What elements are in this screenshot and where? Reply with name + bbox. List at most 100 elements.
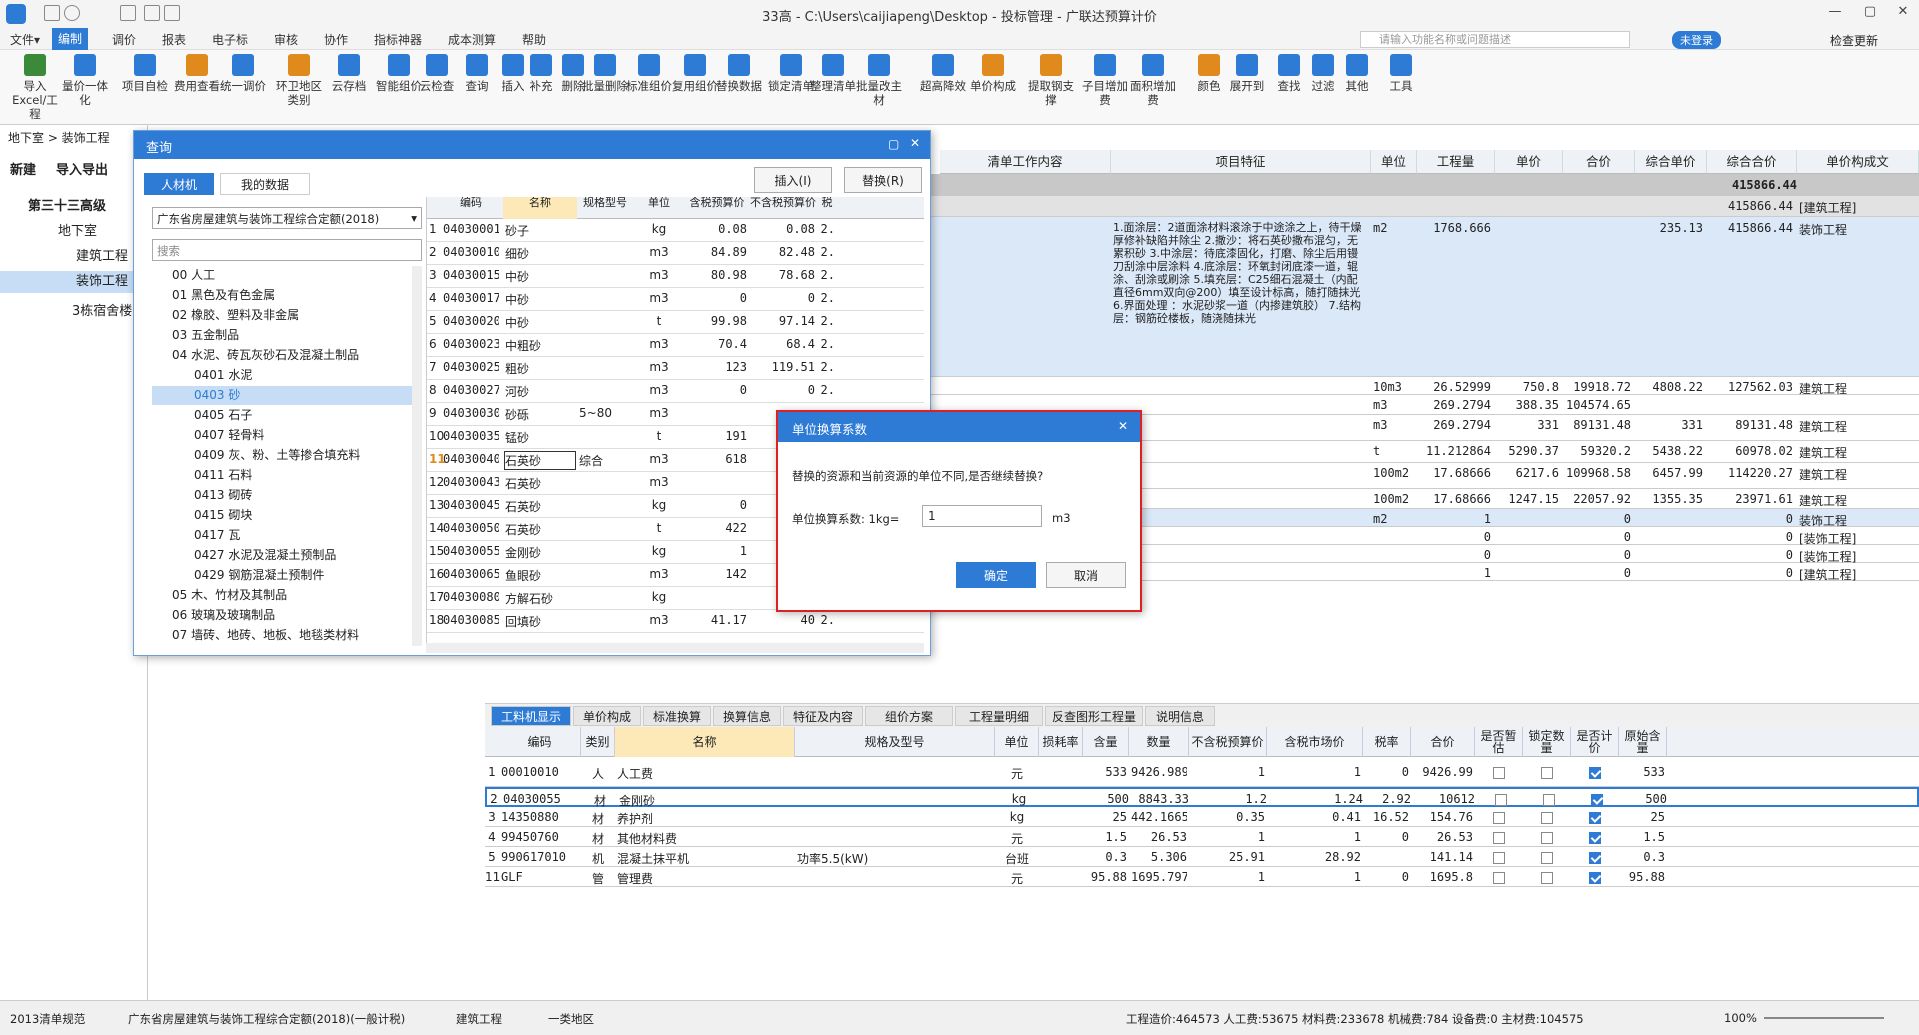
checkbox[interactable] (1589, 766, 1601, 779)
menu-help[interactable]: 帮助 (516, 31, 552, 48)
toolbar-24[interactable]: 面积增加费 (1130, 54, 1176, 107)
toolbar-26[interactable]: 展开到 (1224, 54, 1270, 93)
tab-7[interactable]: 反查图形工程量 (1045, 706, 1143, 726)
tree-item-decoration[interactable]: 装饰工程 (0, 271, 148, 293)
cell-est[interactable] (1475, 765, 1523, 779)
category-item[interactable]: 0403 砂 (152, 386, 412, 405)
toolbar-30[interactable]: 工具 (1378, 54, 1424, 93)
checkbox[interactable] (1541, 831, 1553, 844)
toolbar-0[interactable]: 导入Excel/工程 (8, 54, 62, 121)
ok-button[interactable]: 确定 (956, 562, 1036, 588)
cell-calc[interactable] (1571, 870, 1619, 884)
cancel-button[interactable]: 取消 (1046, 562, 1126, 588)
cell-lock[interactable] (1523, 765, 1571, 779)
tree-scrollbar[interactable] (412, 266, 422, 646)
resource-row[interactable]: 2 04030055 材金刚砂 kg 500 8843.33 1.2 1.24 2.92 1061… (485, 787, 1919, 808)
checkbox[interactable] (1493, 766, 1505, 779)
tab-materials[interactable]: 人材机 (144, 173, 214, 195)
cell-lock[interactable] (1523, 810, 1571, 824)
category-item[interactable]: 03 五金制品 (152, 326, 412, 345)
quota-db-select[interactable]: 广东省房屋建筑与装饰工程综合定额(2018) ▾ (152, 207, 422, 229)
category-item[interactable]: 07 墙砖、地砖、地板、地毯类材料 (152, 626, 412, 645)
toolbar-3[interactable]: 费用查看 (174, 54, 220, 93)
category-item[interactable]: 05 木、竹材及其制品 (152, 586, 412, 605)
cell-est[interactable] (1475, 810, 1523, 824)
checkbox[interactable] (1493, 811, 1505, 824)
toolbar-29[interactable]: 其他 (1334, 54, 1380, 93)
checkbox[interactable] (1541, 851, 1553, 864)
category-item[interactable]: 0427 水泥及混凝土预制品 (152, 546, 412, 565)
tab-8[interactable]: 说明信息 (1145, 706, 1215, 726)
material-row[interactable]: 6 04030023 中粗砂 m3 70.4 68.4 2. (427, 334, 924, 357)
checkbox[interactable] (1541, 871, 1553, 884)
checkbox[interactable] (1493, 871, 1505, 884)
cell-calc[interactable] (1571, 830, 1619, 844)
menu-edit[interactable]: 编制 (52, 28, 89, 50)
tab-6[interactable]: 工程量明细 (955, 706, 1043, 726)
cell-est[interactable] (1477, 792, 1525, 806)
toolbar-22[interactable]: 提取钢支撑 (1028, 54, 1074, 107)
material-search-input[interactable]: 搜索 (152, 239, 422, 261)
material-row[interactable]: 7 04030025 粗砂 m3 123 119.51 2. (427, 357, 924, 380)
menu-cost[interactable]: 成本测算 (442, 31, 502, 48)
toolbar-23[interactable]: 子目增加费 (1082, 54, 1128, 107)
menu-collab[interactable]: 协作 (318, 31, 354, 48)
material-row[interactable]: 1 04030001 砂子 kg 0.08 0.08 2. (427, 219, 924, 242)
cell-lock[interactable] (1525, 792, 1573, 806)
menu-ebid[interactable]: 电子标 (206, 31, 254, 48)
category-item[interactable]: 0401 水泥 (152, 366, 412, 385)
menu-report[interactable]: 报表 (156, 31, 192, 48)
checkbox[interactable] (1543, 793, 1555, 806)
cell-lock[interactable] (1523, 870, 1571, 884)
material-row[interactable]: 18 04030085 回填砂 m3 41.17 40 2. (427, 610, 924, 633)
toolbar-17[interactable]: 锁定清单 (768, 54, 814, 93)
new-button[interactable]: 新建 (10, 159, 36, 178)
cell-est[interactable] (1475, 870, 1523, 884)
tab-3[interactable]: 换算信息 (713, 706, 781, 726)
close-button[interactable]: ✕ (1888, 4, 1918, 24)
category-item[interactable]: 0405 石子 (152, 406, 412, 425)
toolbar-5[interactable]: 环卫地区类别 (272, 54, 326, 107)
cell-lock[interactable] (1523, 850, 1571, 864)
menu-index[interactable]: 指标神器 (368, 31, 428, 48)
checkbox[interactable] (1589, 811, 1601, 824)
minimize-button[interactable]: — (1820, 4, 1850, 24)
checkbox[interactable] (1493, 851, 1505, 864)
cell-calc[interactable] (1571, 765, 1619, 779)
category-item[interactable]: 02 橡胶、塑料及非金属 (152, 306, 412, 325)
checkbox[interactable] (1493, 831, 1505, 844)
checkbox[interactable] (1495, 793, 1507, 806)
cell-calc[interactable] (1571, 810, 1619, 824)
checkbox[interactable] (1591, 793, 1603, 806)
function-search-input[interactable]: 请输入功能名称或问题描述 (1360, 31, 1630, 48)
toolbar-2[interactable]: 项目自检 (122, 54, 168, 93)
toolbar-15[interactable]: 复用组价 (672, 54, 718, 93)
checkbox[interactable] (1541, 811, 1553, 824)
category-item[interactable]: 0417 瓦 (152, 526, 412, 545)
check-update-link[interactable]: 检查更新 (1830, 32, 1878, 49)
toolbar-20[interactable]: 超高降效 (920, 54, 966, 93)
tree-item-project[interactable]: 第三十三高级 (28, 195, 106, 214)
cell-est[interactable] (1475, 830, 1523, 844)
checkbox[interactable] (1541, 766, 1553, 779)
category-item[interactable]: 0407 轻骨料 (152, 426, 412, 445)
checkbox[interactable] (1589, 831, 1601, 844)
category-item[interactable]: 01 黑色及有色金属 (152, 286, 412, 305)
material-row[interactable]: 3 04030015 中砂 m3 80.98 78.68 2. (427, 265, 924, 288)
category-item[interactable]: 00 人工 (152, 266, 412, 285)
close-icon[interactable]: ✕ (910, 136, 920, 150)
table-hscrollbar[interactable] (426, 643, 924, 653)
maximize-button[interactable]: ▢ (1855, 4, 1885, 24)
category-item[interactable]: 0429 钢筋混凝土预制件 (152, 566, 412, 585)
tab-2[interactable]: 标准换算 (643, 706, 711, 726)
category-item[interactable]: 0411 石料 (152, 466, 412, 485)
tab-4[interactable]: 特征及内容 (783, 706, 863, 726)
toolbar-6[interactable]: 云存档 (326, 54, 372, 93)
toolbar-4[interactable]: 统一调价 (220, 54, 266, 93)
tab-my-data[interactable]: 我的数据 (220, 173, 310, 195)
toolbar-16[interactable]: 替换数据 (716, 54, 762, 93)
toolbar-21[interactable]: 单价构成 (970, 54, 1016, 93)
zoom-slider[interactable] (1764, 1017, 1884, 1019)
resource-row[interactable]: 1 00010010 人人工费 元 533 9426.9898 1 1 0 9426.99 533 (485, 757, 1919, 787)
material-row[interactable]: 8 04030027 河砂 m3 0 0 2. (427, 380, 924, 403)
